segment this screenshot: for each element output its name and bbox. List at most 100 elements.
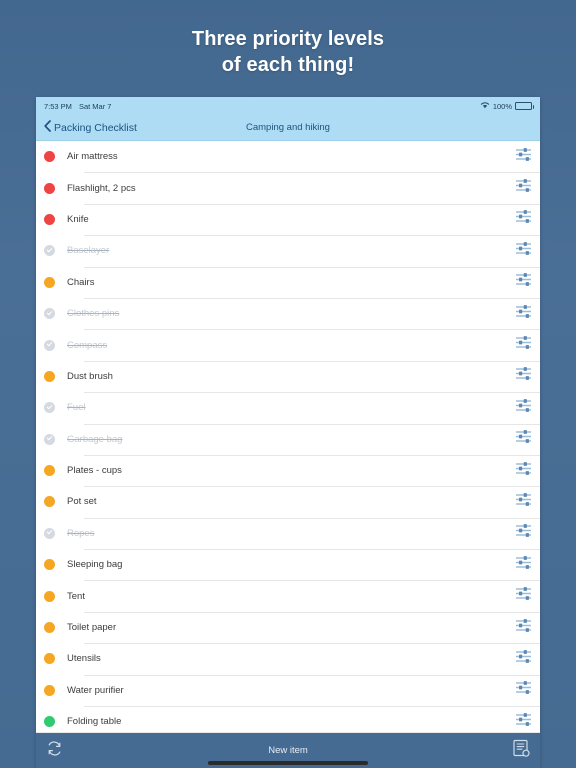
item-detail-button[interactable] xyxy=(506,492,540,512)
priority-dot-icon[interactable] xyxy=(44,590,55,602)
sliders-icon xyxy=(515,335,532,355)
list-item-label: Sleeping bag xyxy=(67,559,123,571)
priority-dot-icon[interactable] xyxy=(44,684,55,696)
list-item[interactable]: Folding table xyxy=(36,706,540,732)
sliders-icon xyxy=(515,398,532,418)
item-detail-button[interactable] xyxy=(506,429,540,449)
sliders-icon xyxy=(515,178,532,198)
item-detail-button[interactable] xyxy=(506,398,540,418)
priority-dot-icon[interactable] xyxy=(44,716,55,728)
sliders-icon xyxy=(515,304,532,324)
sliders-icon xyxy=(515,649,532,669)
item-detail-button[interactable] xyxy=(506,618,540,638)
list-item[interactable]: Ropes xyxy=(36,517,540,550)
priority-dot-icon[interactable] xyxy=(44,151,55,163)
list-item-label: Compass xyxy=(67,339,108,351)
item-detail-button[interactable] xyxy=(506,304,540,324)
list-item[interactable]: Compass xyxy=(36,329,540,361)
list-item[interactable]: Baselayer xyxy=(36,235,540,267)
priority-dot-icon[interactable] xyxy=(44,559,55,571)
wifi-icon xyxy=(480,101,490,111)
item-detail-button[interactable] xyxy=(506,523,540,543)
sliders-icon xyxy=(515,429,532,449)
item-detail-button[interactable] xyxy=(506,178,540,198)
sliders-icon xyxy=(515,147,532,167)
list-item-label: Garbage bag xyxy=(67,433,123,445)
bottom-toolbar: New item xyxy=(36,732,540,768)
list-item[interactable]: Toilet paper xyxy=(36,611,540,644)
priority-dot-icon[interactable] xyxy=(44,276,55,288)
priority-dot-icon[interactable] xyxy=(44,496,55,508)
item-detail-button[interactable] xyxy=(506,680,540,700)
item-detail-button[interactable] xyxy=(506,209,540,229)
sync-refresh-icon xyxy=(46,740,63,762)
checked-icon[interactable] xyxy=(44,402,55,414)
list-item[interactable]: Air mattress xyxy=(36,141,540,173)
list-item[interactable]: Utensils xyxy=(36,643,540,675)
checklist[interactable]: Air mattress Flashlight, 2 pcs Knife Basela… xyxy=(36,141,540,732)
item-detail-button[interactable] xyxy=(506,586,540,606)
sliders-icon xyxy=(515,586,532,606)
priority-dot-icon[interactable] xyxy=(44,653,55,665)
sliders-icon xyxy=(515,680,532,700)
status-time: 7:53 PM xyxy=(44,101,72,111)
refresh-button[interactable] xyxy=(46,740,63,762)
list-item[interactable]: Pot set xyxy=(36,486,540,518)
chevron-left-icon xyxy=(44,120,51,135)
document-add-icon xyxy=(512,739,530,763)
priority-dot-icon[interactable] xyxy=(44,465,55,477)
item-detail-button[interactable] xyxy=(506,241,540,261)
home-indicator xyxy=(208,761,368,765)
new-item-button[interactable]: New item xyxy=(36,745,540,756)
item-detail-button[interactable] xyxy=(506,147,540,167)
back-button-label: Packing Checklist xyxy=(54,121,137,134)
list-item[interactable]: Garbage bag xyxy=(36,423,540,455)
list-item-label: Pot set xyxy=(67,496,97,508)
priority-dot-icon[interactable] xyxy=(44,622,55,634)
checked-icon[interactable] xyxy=(44,433,55,445)
checked-icon[interactable] xyxy=(44,339,55,351)
sliders-icon xyxy=(515,461,532,481)
checked-icon[interactable] xyxy=(44,308,55,320)
item-detail-button[interactable] xyxy=(506,366,540,386)
sliders-icon xyxy=(515,712,532,732)
status-date: Sat Mar 7 xyxy=(78,101,112,111)
back-button[interactable]: Packing Checklist xyxy=(44,120,137,135)
priority-dot-icon[interactable] xyxy=(44,182,55,194)
list-item[interactable]: Plates - cups xyxy=(36,454,540,487)
list-item[interactable]: Clothes pins xyxy=(36,297,540,330)
list-item[interactable]: Sleeping bag xyxy=(36,549,540,581)
list-item-label: Tent xyxy=(67,590,85,602)
item-detail-button[interactable] xyxy=(506,712,540,732)
list-item[interactable]: Fuel xyxy=(36,392,540,424)
item-detail-button[interactable] xyxy=(506,461,540,481)
list-item-label: Clothes pins xyxy=(67,308,120,320)
item-detail-button[interactable] xyxy=(506,555,540,575)
list-item-label: Knife xyxy=(67,213,89,225)
list-item[interactable]: Tent xyxy=(36,580,540,612)
checked-icon[interactable] xyxy=(44,527,55,539)
device-screen: 7:53 PM Sat Mar 7 100% Packing Checklist xyxy=(36,97,540,768)
lists-button[interactable] xyxy=(512,739,530,763)
list-item-label: Folding table xyxy=(67,716,122,728)
sliders-icon xyxy=(515,523,532,543)
priority-dot-icon[interactable] xyxy=(44,370,55,382)
checked-icon[interactable] xyxy=(44,245,55,257)
priority-dot-icon[interactable] xyxy=(44,213,55,225)
list-item[interactable]: Water purifier xyxy=(36,674,540,707)
list-item[interactable]: Chairs xyxy=(36,266,540,298)
item-detail-button[interactable] xyxy=(506,272,540,292)
list-item-label: Chairs xyxy=(67,276,95,288)
item-detail-button[interactable] xyxy=(506,335,540,355)
list-item-label: Flashlight, 2 pcs xyxy=(67,182,136,194)
list-item-label: Toilet paper xyxy=(67,622,117,634)
list-item[interactable]: Flashlight, 2 pcs xyxy=(36,172,540,204)
list-item[interactable]: Knife xyxy=(36,203,540,236)
sliders-icon xyxy=(515,492,532,512)
list-item-label: Water purifier xyxy=(67,684,124,696)
list-item-label: Ropes xyxy=(67,527,95,539)
item-detail-button[interactable] xyxy=(506,649,540,669)
list-item-label: Fuel xyxy=(67,402,86,414)
sliders-icon xyxy=(515,241,532,261)
list-item[interactable]: Dust brush xyxy=(36,360,540,393)
